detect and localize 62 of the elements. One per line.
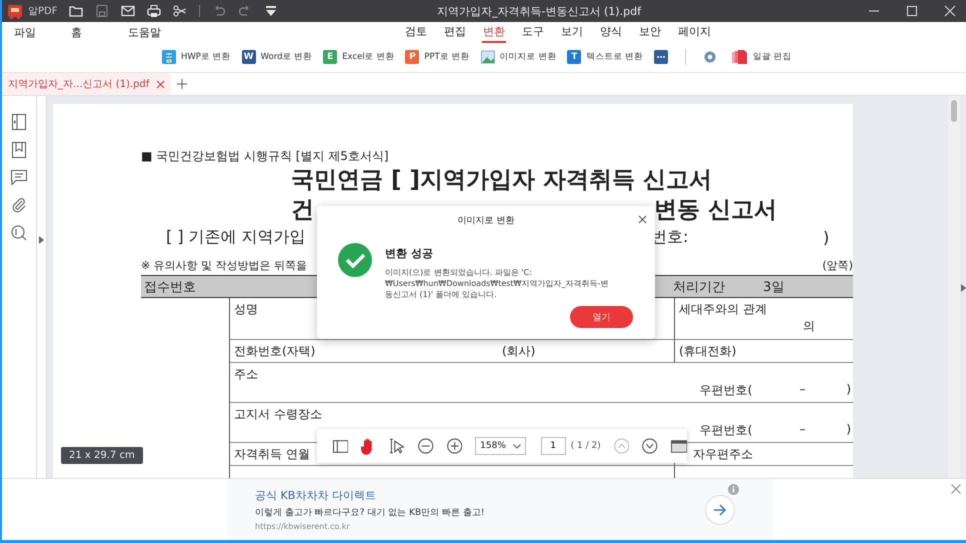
app-name: 알PDF bbox=[28, 5, 58, 18]
menu-item[interactable]: 홈 bbox=[71, 24, 128, 40]
table-cell-text: 3일 bbox=[763, 278, 786, 296]
menu-tab[interactable]: 보기 bbox=[560, 22, 584, 42]
table-cell: 성명 bbox=[234, 302, 258, 316]
table-cell-text: 자우편주소 bbox=[692, 446, 754, 463]
table-cell-text: ) bbox=[846, 382, 851, 398]
table-cell: 주소 bbox=[234, 367, 258, 381]
table-cell: 우편번호( bbox=[700, 382, 752, 399]
menu-tab[interactable]: 양식 bbox=[599, 22, 623, 42]
document-text: (앞쪽) bbox=[822, 258, 853, 272]
menu-item[interactable]: 도움말 bbox=[128, 24, 185, 40]
menu-tab[interactable]: 변환 bbox=[482, 22, 506, 42]
table-cell-text: – bbox=[798, 382, 806, 398]
file-type-icon: W bbox=[242, 50, 256, 64]
menu-tab[interactable]: 검토 bbox=[404, 22, 428, 42]
document-text: ※ 유의사항 및 작성방법은 뒤쪽을 bbox=[141, 258, 308, 272]
page-count: ( 1 / 2) bbox=[570, 441, 601, 451]
dialog-heading: 변환 성공 bbox=[385, 246, 434, 261]
table-cell-text: 접수번호 bbox=[143, 278, 196, 296]
table-cell: 고지서 수령장소 bbox=[234, 407, 322, 421]
table-cell-text: 처리기간 bbox=[672, 278, 726, 296]
file-type-icon: E bbox=[323, 50, 338, 64]
table-cell-text: 세대주와의 관계 bbox=[679, 301, 768, 318]
convert-button[interactable]: 일괄 편집 bbox=[732, 50, 792, 64]
dialog-message: 이미지(으)로 변환되었습니다. 파일은 'C:₩Users₩hun₩Downloads₩test₩지역가입자_자격취득-변동신고서 (1)' 폴더에 있습니다. bbox=[385, 267, 610, 300]
convert-button[interactable]: W Word로 변환 bbox=[242, 50, 312, 64]
document-title: 변동 신고서 bbox=[654, 196, 778, 225]
zoom-dropdown[interactable]: 158% bbox=[475, 437, 526, 455]
convert-button[interactable]: HWP로 변환 bbox=[162, 50, 231, 64]
open-button[interactable]: 열기 bbox=[570, 306, 633, 328]
window-title: 지역가입자_자격취득-변동신고서 (1).pdf bbox=[437, 4, 641, 18]
table-cell: 자격취득 연월 bbox=[234, 447, 310, 461]
document-text: ) bbox=[823, 228, 830, 246]
convert-button[interactable]: 이미지로 변환 bbox=[480, 50, 556, 64]
table-cell: (회사) bbox=[502, 343, 536, 360]
menu-tab[interactable]: 편집 bbox=[443, 22, 467, 42]
menu-tab[interactable]: 페이지 bbox=[677, 22, 712, 42]
file-type-icon: P bbox=[405, 50, 420, 64]
document-header: ■ 국민건강보험법 시행규칙 [별지 제5호서식] bbox=[141, 148, 390, 165]
convert-button[interactable]: E Excel로 변환 bbox=[323, 50, 394, 64]
page-input[interactable]: 1 bbox=[540, 437, 566, 455]
ad-title[interactable]: 공식 KB차차차 다이렉트 bbox=[255, 488, 675, 503]
menu-item[interactable]: 파일 bbox=[14, 24, 71, 40]
table-cell-text: ) bbox=[846, 422, 851, 438]
table-cell-text: (휴대전화) bbox=[679, 343, 738, 360]
dialog-title: 이미지로 변환 bbox=[458, 216, 514, 226]
convert-button[interactable]: P PPT로 변환 bbox=[405, 50, 470, 64]
document-title: 건 bbox=[291, 196, 314, 225]
table-cell-text: – bbox=[798, 422, 806, 438]
document-text: [ ] 기존에 지역가입 bbox=[166, 226, 307, 248]
table-cell-text: 의 bbox=[803, 318, 816, 335]
document-tab[interactable]: 지역가입자_자...신고서 (1).pdf bbox=[2, 73, 172, 95]
menu-tab[interactable]: 보안 bbox=[638, 22, 662, 42]
table-cell: 전화번호(자택) bbox=[234, 344, 316, 358]
document-title: 국민연금 [ ]지역가입자 자격취득 신고서 bbox=[291, 166, 714, 195]
ad-description: 이렇게 출고가 빠르다구요? 대기 없는 KB만의 빠른 출고! bbox=[255, 507, 486, 519]
menu-tab[interactable]: 도구 bbox=[521, 22, 545, 42]
page-size-label: 21 x 29.7 cm bbox=[61, 447, 143, 464]
table-cell: 우편번호( bbox=[700, 422, 752, 439]
file-type-icon: T bbox=[567, 50, 582, 64]
convert-button[interactable]: T 텍스트로 변환 bbox=[567, 50, 643, 64]
